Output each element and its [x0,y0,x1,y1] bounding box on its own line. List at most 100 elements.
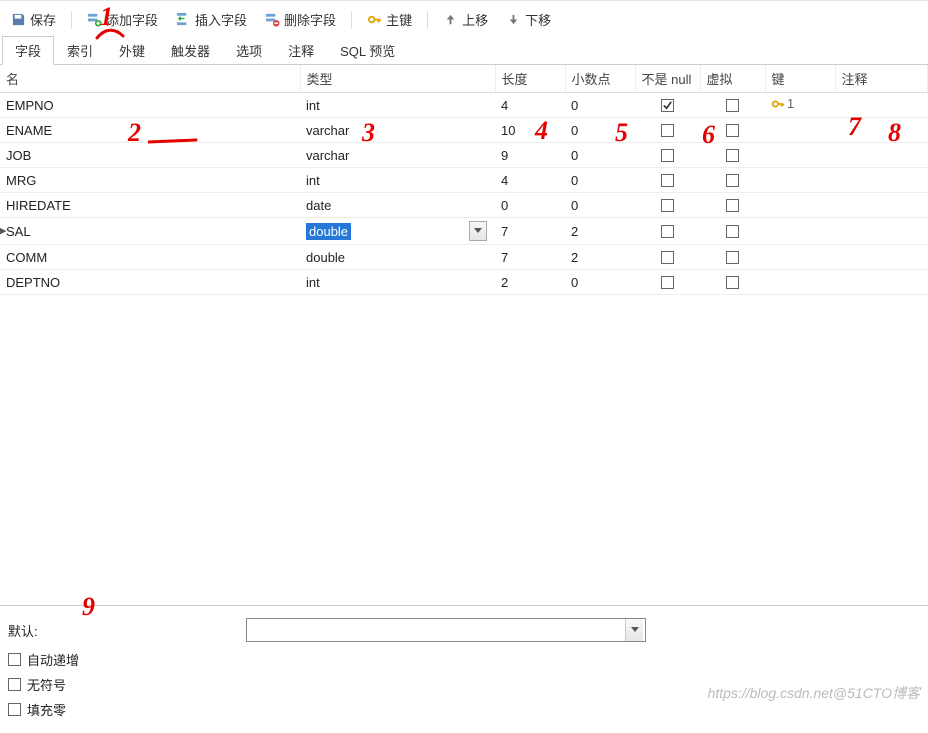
cell-length[interactable]: 7 [495,245,565,270]
default-value-select[interactable] [246,618,646,642]
cell-comment[interactable] [835,193,928,218]
cell-length[interactable]: 10 [495,118,565,143]
cell-key[interactable] [765,118,835,143]
cell-comment[interactable] [835,168,928,193]
header-not-null[interactable]: 不是 null [635,65,700,93]
tab-options[interactable]: 选项 [223,36,275,65]
header-comment[interactable]: 注释 [835,65,928,93]
cell-key[interactable] [765,193,835,218]
virtual-checkbox[interactable] [726,99,739,112]
not-null-checkbox[interactable] [661,99,674,112]
unsigned-checkbox[interactable] [8,678,21,691]
table-row[interactable]: EMPNOint40 1 [0,93,928,118]
cell-key[interactable]: 1 [765,93,835,118]
cell-type[interactable]: date [300,193,495,218]
cell-type[interactable]: double [300,245,495,270]
not-null-checkbox[interactable] [661,149,674,162]
cell-decimal[interactable]: 0 [565,193,635,218]
cell-decimal[interactable]: 0 [565,270,635,295]
move-down-button[interactable]: 下移 [499,7,558,32]
cell-comment[interactable] [835,270,928,295]
cell-length[interactable]: 2 [495,270,565,295]
table-row[interactable]: DEPTNOint20 [0,270,928,295]
cell-comment[interactable] [835,93,928,118]
auto-increment-checkbox[interactable] [8,653,21,666]
tab-indexes[interactable]: 索引 [54,36,106,65]
not-null-checkbox[interactable] [661,199,674,212]
cell-name[interactable]: JOB [0,143,300,168]
save-button[interactable]: 保存 [4,7,63,32]
cell-comment[interactable] [835,245,928,270]
virtual-checkbox[interactable] [726,276,739,289]
cell-key[interactable] [765,143,835,168]
not-null-checkbox[interactable] [661,251,674,264]
table-row[interactable]: JOBvarchar90 [0,143,928,168]
table-row[interactable]: HIREDATEdate00 [0,193,928,218]
cell-decimal[interactable]: 0 [565,118,635,143]
primary-key-button[interactable]: 主键 [360,7,419,32]
cell-comment[interactable] [835,218,928,245]
virtual-checkbox[interactable] [726,124,739,137]
not-null-checkbox[interactable] [661,174,674,187]
header-length[interactable]: 长度 [495,65,565,93]
insert-field-button[interactable]: 插入字段 [169,7,254,32]
table-row[interactable]: MRGint40 [0,168,928,193]
cell-length[interactable]: 9 [495,143,565,168]
cell-comment[interactable] [835,143,928,168]
virtual-checkbox[interactable] [726,149,739,162]
cell-type[interactable]: int [300,168,495,193]
move-up-button[interactable]: 上移 [436,7,495,32]
cell-name[interactable]: SAL [0,218,300,245]
cell-decimal[interactable]: 0 [565,168,635,193]
cell-name[interactable]: COMM [0,245,300,270]
cell-decimal[interactable]: 0 [565,143,635,168]
virtual-checkbox[interactable] [726,225,739,238]
zerofill-checkbox[interactable] [8,703,21,716]
cell-name[interactable]: ENAME [0,118,300,143]
table-row[interactable]: ENAMEvarchar100 [0,118,928,143]
cell-name[interactable]: DEPTNO [0,270,300,295]
add-field-button[interactable]: 添加字段 [80,7,165,32]
virtual-checkbox[interactable] [726,199,739,212]
table-row[interactable]: SAL double 72 [0,218,928,245]
tab-fields[interactable]: 字段 [2,36,54,65]
delete-field-button[interactable]: 删除字段 [258,7,343,32]
cell-key[interactable] [765,270,835,295]
cell-name[interactable]: MRG [0,168,300,193]
cell-length[interactable]: 0 [495,193,565,218]
cell-type[interactable]: varchar [300,118,495,143]
cell-type[interactable]: int [300,270,495,295]
cell-name[interactable]: EMPNO [0,93,300,118]
tab-sql-preview[interactable]: SQL 预览 [327,36,408,65]
cell-key[interactable] [765,168,835,193]
cell-decimal[interactable]: 2 [565,245,635,270]
cell-decimal[interactable]: 2 [565,218,635,245]
cell-comment[interactable] [835,118,928,143]
dropdown-icon[interactable] [625,619,643,641]
cell-decimal[interactable]: 0 [565,93,635,118]
virtual-checkbox[interactable] [726,174,739,187]
type-value-selected[interactable]: double [306,223,351,240]
virtual-checkbox[interactable] [726,251,739,264]
not-null-checkbox[interactable] [661,225,674,238]
header-decimal[interactable]: 小数点 [565,65,635,93]
not-null-checkbox[interactable] [661,124,674,137]
header-key[interactable]: 键 [765,65,835,93]
header-virtual[interactable]: 虚拟 [700,65,765,93]
cell-length[interactable]: 4 [495,168,565,193]
tab-triggers[interactable]: 触发器 [158,36,223,65]
fields-grid[interactable]: 名 类型 长度 小数点 不是 null 虚拟 键 注释 EMPNOint401E… [0,65,928,295]
cell-type[interactable]: varchar [300,143,495,168]
cell-length[interactable]: 7 [495,218,565,245]
cell-key[interactable] [765,218,835,245]
not-null-checkbox[interactable] [661,276,674,289]
cell-name[interactable]: HIREDATE [0,193,300,218]
cell-key[interactable] [765,245,835,270]
tab-foreign-keys[interactable]: 外键 [106,36,158,65]
cell-type[interactable]: double [300,218,495,245]
type-dropdown-button[interactable] [469,221,487,241]
header-name[interactable]: 名 [0,65,300,93]
header-type[interactable]: 类型 [300,65,495,93]
cell-length[interactable]: 4 [495,93,565,118]
cell-type[interactable]: int [300,93,495,118]
